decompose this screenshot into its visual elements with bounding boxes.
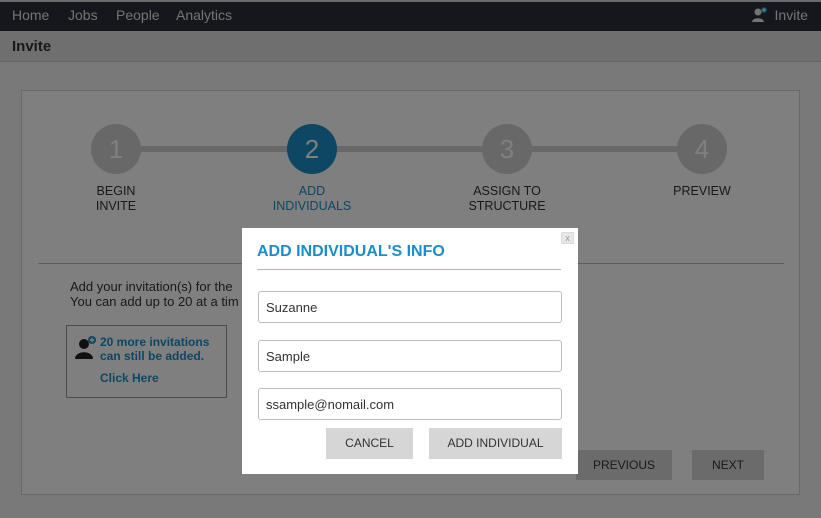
cancel-button[interactable]: CANCEL [326, 428, 413, 459]
dialog-title-rule [257, 269, 561, 270]
last-name-input[interactable] [258, 340, 562, 372]
close-icon[interactable]: x [561, 232, 574, 244]
first-name-input[interactable] [258, 291, 562, 323]
add-individual-button[interactable]: ADD INDIVIDUAL [429, 428, 562, 459]
dialog-title: ADD INDIVIDUAL'S INFO [257, 243, 445, 260]
add-individual-dialog: x ADD INDIVIDUAL'S INFO CANCEL ADD INDIV… [242, 228, 578, 474]
email-input[interactable] [258, 388, 562, 420]
